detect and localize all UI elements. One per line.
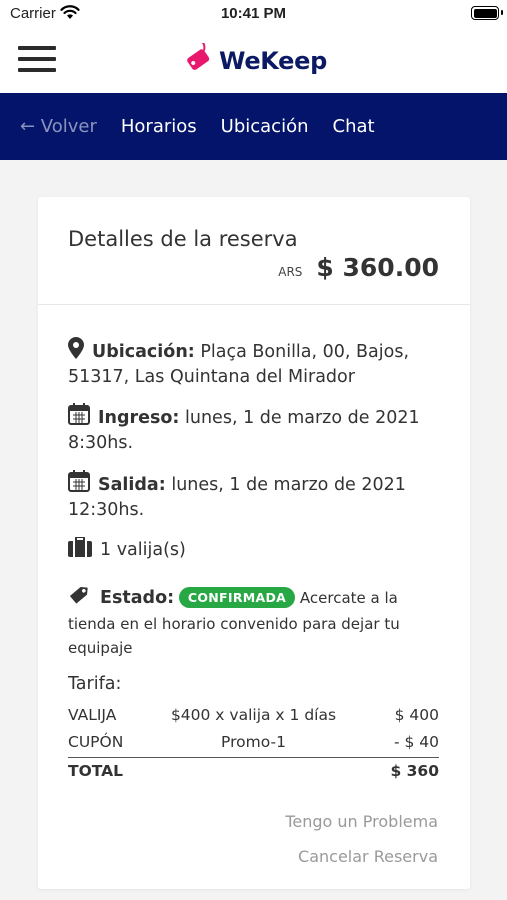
total-row: TOTAL $ 360 [68, 757, 439, 784]
reservation-card: Detalles de la reserva ARS $ 360.00 Ubic… [38, 197, 470, 889]
map-pin-icon [68, 337, 84, 366]
wekeep-logo[interactable]: WeKeep [183, 40, 328, 80]
status-label: Estado: [100, 588, 175, 608]
luggage-info: 1 valija(s) [68, 536, 440, 564]
card-header: Detalles de la reserva ARS $ 360.00 [38, 197, 470, 305]
luggage-count: 1 valija(s) [100, 540, 186, 560]
checkout-label: Salida: [98, 475, 166, 495]
location-label: Ubicación: [92, 342, 195, 362]
nav-bar: ← Volver Horarios Ubicación Chat [0, 93, 507, 160]
tag-logo-icon [183, 40, 215, 79]
menu-bar [18, 57, 56, 61]
tab-ubicacion[interactable]: Ubicación [221, 116, 309, 137]
logo-text: WeKeep [219, 47, 328, 75]
table-row: VALIJA $400 x valija x 1 días $ 400 [68, 703, 439, 730]
app-header: WeKeep [0, 30, 507, 93]
calendar-icon [68, 403, 90, 432]
status-bar: Carrier 10:41 PM [0, 0, 507, 30]
currency-label: ARS [278, 265, 303, 279]
menu-button[interactable] [18, 42, 58, 76]
tarifa-label: Tarifa: [68, 674, 122, 694]
menu-bar [18, 46, 56, 50]
checkout-info: Salida: lunes, 1 de marzo de 2021 12:30h… [68, 470, 440, 522]
tab-horarios[interactable]: Horarios [121, 116, 197, 137]
report-problem-link[interactable]: Tengo un Problema [285, 812, 438, 831]
tab-chat[interactable]: Chat [333, 116, 375, 137]
total-label: TOTAL [68, 762, 123, 780]
row-detail: $400 x valija x 1 días [170, 706, 337, 724]
back-link[interactable]: ← Volver [20, 116, 97, 137]
checkin-label: Ingreso: [98, 408, 180, 428]
row-amount: - $ 40 [393, 733, 439, 751]
cancel-reservation-link[interactable]: Cancelar Reserva [298, 847, 438, 866]
tag-icon [68, 583, 92, 612]
suitcase-icon [68, 536, 92, 564]
tarifa-table: VALIJA $400 x valija x 1 días $ 400 CUPÓ… [68, 703, 439, 784]
total-amount: $ 360 [390, 762, 439, 780]
menu-bar [18, 68, 56, 72]
battery-icon [471, 6, 503, 20]
calendar-icon [68, 470, 90, 499]
total-price: $ 360.00 [316, 253, 439, 282]
clock-time: 10:41 PM [220, 5, 287, 22]
price-row: ARS $ 360.00 [278, 253, 439, 282]
location-info: Ubicación: Plaça Bonilla, 00, Bajos, 513… [68, 337, 440, 389]
table-row: CUPÓN Promo-1 - $ 40 [68, 730, 439, 757]
checkin-info: Ingreso: lunes, 1 de marzo de 2021 8:30h… [68, 403, 440, 455]
card-title: Detalles de la reserva [68, 227, 298, 251]
row-detail: Promo-1 [221, 733, 286, 751]
row-amount: $ 400 [394, 706, 439, 724]
status-info: Estado: CONFIRMADA Acercate a la tienda … [68, 583, 440, 660]
status-badge: CONFIRMADA [178, 587, 296, 608]
